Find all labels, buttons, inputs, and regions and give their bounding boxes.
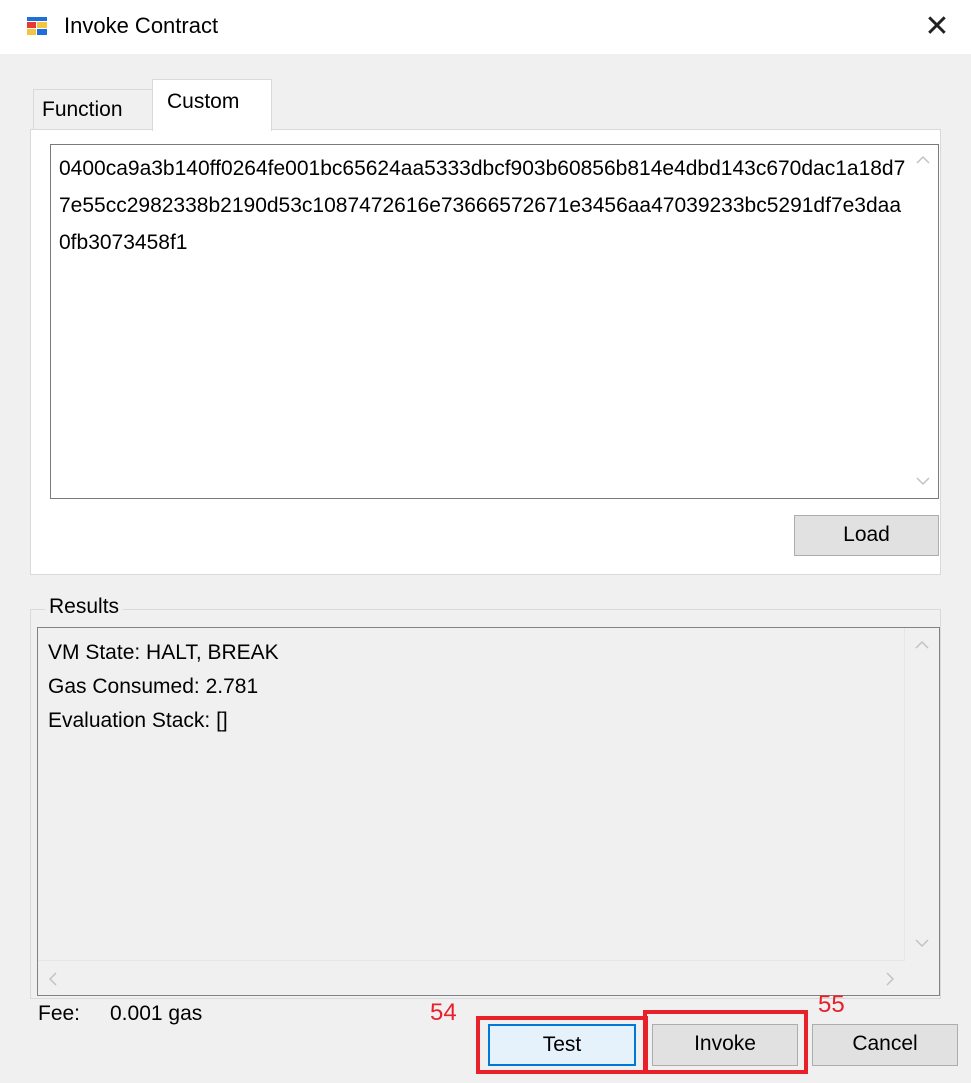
title-bar: Invoke Contract ✕ (0, 0, 971, 54)
scroll-up-icon[interactable] (907, 636, 937, 656)
results-text: VM State: HALT, BREAK Gas Consumed: 2.78… (48, 636, 279, 738)
invoke-contract-window: Invoke Contract ✕ Function Custom 0400ca… (0, 0, 971, 1083)
scroll-down-icon[interactable] (908, 472, 938, 492)
results-vertical-scrollbar[interactable] (904, 628, 939, 962)
fee-label: Fee: (38, 1002, 81, 1025)
scroll-left-icon[interactable] (48, 972, 58, 986)
custom-script-textbox[interactable]: 0400ca9a3b140ff0264fe001bc65624aa5333dbc… (50, 144, 939, 499)
custom-script-text: 0400ca9a3b140ff0264fe001bc65624aa5333dbc… (59, 157, 906, 254)
annotation-marker-invoke: 55 (818, 991, 845, 1018)
scroll-right-icon[interactable] (885, 972, 895, 986)
tab-function-label: Function (42, 98, 123, 121)
results-group-label: Results (45, 594, 124, 620)
cancel-button[interactable]: Cancel (812, 1024, 958, 1066)
result-vm-state: VM State: HALT, BREAK (48, 641, 279, 664)
tab-custom-label: Custom (167, 90, 240, 113)
load-button[interactable]: Load (794, 515, 939, 556)
annotation-highlight-test (476, 1016, 648, 1074)
results-textbox[interactable]: VM State: HALT, BREAK Gas Consumed: 2.78… (37, 627, 940, 996)
scroll-up-icon[interactable] (908, 151, 938, 171)
script-vertical-scrollbar[interactable] (908, 145, 938, 498)
annotation-highlight-invoke (643, 1010, 808, 1074)
result-evaluation-stack: Evaluation Stack: [] (48, 709, 228, 732)
tab-custom[interactable]: Custom (152, 79, 272, 131)
window-title: Invoke Contract (64, 13, 219, 38)
tab-function[interactable]: Function (33, 89, 153, 129)
results-horizontal-scrollbar[interactable] (38, 960, 905, 995)
close-button[interactable]: ✕ (918, 8, 956, 46)
close-icon: ✕ (924, 10, 950, 43)
scroll-down-icon[interactable] (907, 934, 937, 954)
fee-value: 0.001 gas (110, 1002, 203, 1025)
result-gas-consumed: Gas Consumed: 2.781 (48, 675, 259, 698)
annotation-marker-test: 54 (430, 999, 457, 1026)
scrollbar-corner (905, 961, 939, 995)
window-app-icon (26, 16, 48, 36)
